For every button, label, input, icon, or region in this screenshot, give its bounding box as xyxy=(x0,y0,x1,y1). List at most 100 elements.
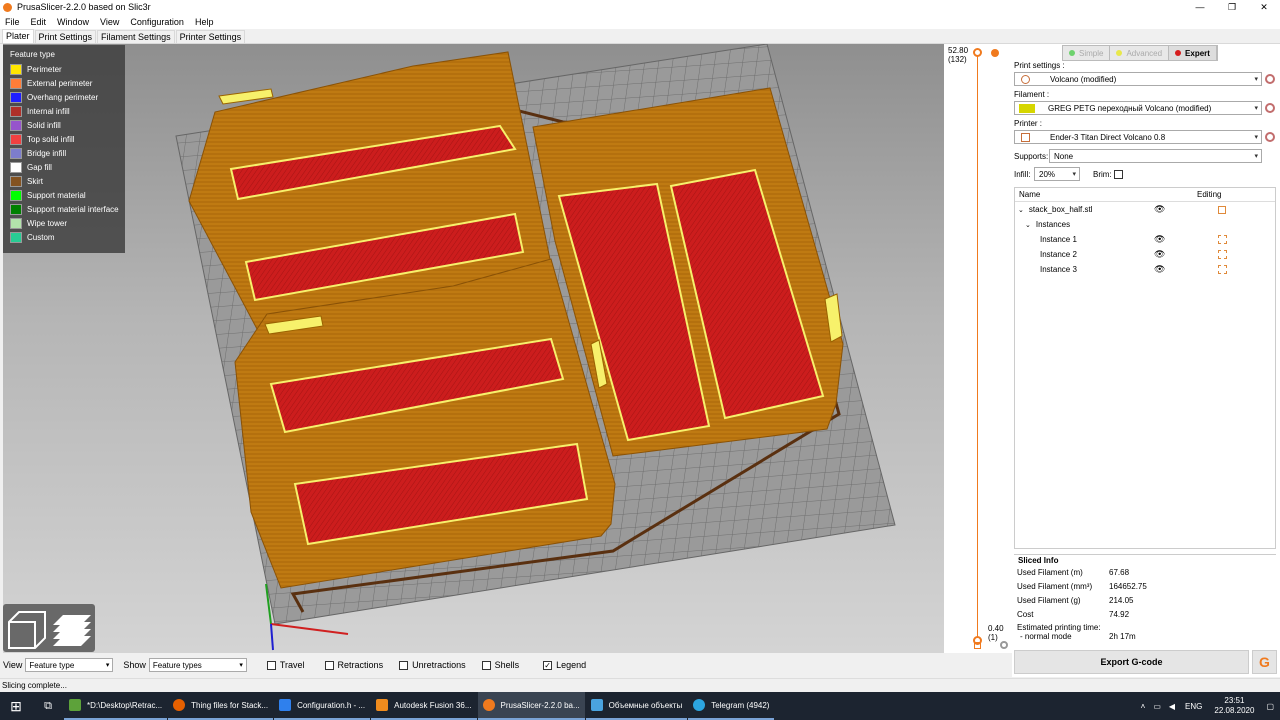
network-icon[interactable]: ▭ xyxy=(1153,702,1161,711)
preview-layers-icon[interactable] xyxy=(53,615,91,646)
tab-plater[interactable]: Plater xyxy=(2,29,34,43)
settings-cog-icon[interactable] xyxy=(1000,641,1008,649)
checkbox-box[interactable] xyxy=(399,660,409,670)
mode-advanced-button[interactable]: Advanced xyxy=(1110,46,1170,60)
windows-start-icon[interactable]: ⊞ xyxy=(0,692,32,720)
unretractions-checkbox[interactable]: Unretractions xyxy=(399,660,466,670)
legend-label: Support material xyxy=(27,190,86,200)
top-layer-height: 52.80 xyxy=(948,46,969,55)
menu-edit[interactable]: Edit xyxy=(26,17,53,27)
legend-swatch xyxy=(10,217,22,229)
legend-label: Solid infill xyxy=(27,120,61,130)
eye-icon[interactable]: 👁 xyxy=(1154,204,1165,215)
legend-label: Overhang perimeter xyxy=(27,92,99,102)
mode-expert-button[interactable]: Expert xyxy=(1169,46,1217,60)
volume-icon[interactable]: ◀ xyxy=(1169,702,1175,711)
taskbar-label: Thing files for Stack... xyxy=(191,700,269,710)
sliced-info-key: Cost xyxy=(1017,609,1034,619)
shells-checkbox[interactable]: Shells xyxy=(481,660,519,670)
notifications-icon[interactable]: ▢ xyxy=(1266,702,1274,711)
tab-filament-settings[interactable]: Filament Settings xyxy=(97,30,175,43)
unretractions-label: Unretractions xyxy=(412,660,466,670)
infill-label: Infill: xyxy=(1014,170,1031,179)
instances-row[interactable]: ⌄ Instances xyxy=(1015,217,1275,232)
instance-row[interactable]: Instance 3 👁 xyxy=(1015,262,1275,277)
object-name: stack_box_half.stl xyxy=(1028,205,1093,214)
chevron-down-icon: ▾ xyxy=(105,662,110,669)
print-settings-value: Volcano (modified) xyxy=(1050,74,1117,84)
maximize-button[interactable]: ❐ xyxy=(1216,0,1248,14)
instance-grid-icon[interactable] xyxy=(1218,235,1227,244)
menu-view[interactable]: View xyxy=(95,17,125,27)
print-settings-combo[interactable]: Volcano (modified) ▾ xyxy=(1014,72,1262,86)
checkbox-box[interactable] xyxy=(481,660,491,670)
taskbar-item[interactable]: Autodesk Fusion 36... xyxy=(371,692,477,720)
mode-switcher: Simple Advanced Expert xyxy=(1062,45,1218,61)
export-gcode-button[interactable]: Export G-code xyxy=(1014,650,1249,674)
taskbar-item[interactable]: Configuration.h - ... xyxy=(274,692,371,720)
print-profile-icon xyxy=(1021,74,1030,84)
tab-print-settings[interactable]: Print Settings xyxy=(34,30,97,43)
menu-help[interactable]: Help xyxy=(190,17,220,27)
legend-swatch xyxy=(10,63,22,75)
eye-icon[interactable]: 👁 xyxy=(1154,234,1165,245)
eye-icon[interactable]: 👁 xyxy=(1154,264,1165,275)
preview-3d-viewport[interactable] xyxy=(3,44,944,653)
checkbox-box-checked[interactable]: ✓ xyxy=(543,660,553,670)
legend-label: Legend xyxy=(556,660,587,670)
instance-row[interactable]: Instance 1 👁 xyxy=(1015,232,1275,247)
retractions-checkbox[interactable]: Retractions xyxy=(324,660,383,670)
chevron-down-icon[interactable]: ⌄ xyxy=(1025,221,1031,229)
layer-slider-track[interactable] xyxy=(977,54,978,639)
infill-combo[interactable]: 20% ▾ xyxy=(1034,167,1080,181)
layer-slider-top-thumb[interactable] xyxy=(973,48,982,57)
legend-checkbox[interactable]: ✓ Legend xyxy=(543,660,586,670)
vscode-icon xyxy=(279,699,292,711)
task-view-icon[interactable]: ⧉ xyxy=(32,692,64,720)
taskbar-item[interactable]: Thing files for Stack... xyxy=(168,692,274,720)
instance-grid-icon[interactable] xyxy=(1218,265,1227,274)
object-row[interactable]: ⌄ stack_box_half.stl 👁 xyxy=(1015,202,1275,217)
tray-arrow-icon[interactable]: ˄ xyxy=(1141,702,1146,711)
show-select[interactable]: Feature types ▾ xyxy=(148,658,247,672)
menu-file[interactable]: File xyxy=(0,17,26,27)
chevron-down-icon[interactable]: ⌄ xyxy=(1018,206,1024,214)
language-indicator[interactable]: ENG xyxy=(1185,702,1202,711)
clock[interactable]: 23:51 22.08.2020 xyxy=(1214,696,1254,716)
view-type-select[interactable]: Feature type ▾ xyxy=(25,658,114,672)
instance-grid-icon[interactable] xyxy=(1218,250,1227,259)
bottom-layer-height: 0.40 xyxy=(988,624,1004,633)
taskbar-item[interactable]: PrusaSlicer-2.2.0 ba... xyxy=(477,692,585,720)
edit-settings-icon[interactable] xyxy=(1218,205,1226,214)
send-gcode-icon[interactable]: G xyxy=(1252,650,1277,674)
printer-gear-icon[interactable] xyxy=(1265,132,1275,142)
checkbox-box[interactable] xyxy=(266,660,276,670)
legend-label: Custom xyxy=(27,232,55,242)
eye-icon[interactable]: 👁 xyxy=(1154,249,1165,260)
minimize-button[interactable]: — xyxy=(1184,0,1216,14)
filament-label: Filament : xyxy=(1014,90,1050,99)
3d-view-icon[interactable] xyxy=(8,611,46,649)
taskbar-item[interactable]: Объемные объекты xyxy=(585,692,688,720)
lock-icon[interactable] xyxy=(974,642,981,649)
travel-label: Travel xyxy=(279,660,305,670)
print-settings-gear-icon[interactable] xyxy=(1265,74,1275,84)
filament-gear-icon[interactable] xyxy=(1265,103,1275,113)
menu-configuration[interactable]: Configuration xyxy=(125,17,190,27)
add-color-change-icon[interactable] xyxy=(991,49,999,57)
travel-checkbox[interactable]: Travel xyxy=(266,660,305,670)
menu-window[interactable]: Window xyxy=(52,17,95,27)
taskbar-item[interactable]: *D:\Desktop\Retrac... xyxy=(64,692,168,720)
filament-combo[interactable]: GREG PETG переходный Volcano (modified) … xyxy=(1014,101,1262,115)
instance-row[interactable]: Instance 2 👁 xyxy=(1015,247,1275,262)
printer-combo[interactable]: Ender-3 Titan Direct Volcano 0.8 ▾ xyxy=(1014,130,1262,144)
tab-printer-settings[interactable]: Printer Settings xyxy=(175,30,246,43)
brim-checkbox[interactable] xyxy=(1114,170,1123,179)
checkbox-box[interactable] xyxy=(324,660,334,670)
legend-swatch xyxy=(10,147,22,159)
mode-simple-button[interactable]: Simple xyxy=(1063,46,1111,60)
close-button[interactable]: ✕ xyxy=(1248,0,1280,14)
supports-combo[interactable]: None ▾ xyxy=(1049,149,1262,163)
chevron-down-icon: ▾ xyxy=(239,662,243,669)
taskbar-item[interactable]: Telegram (4942) xyxy=(688,692,775,720)
